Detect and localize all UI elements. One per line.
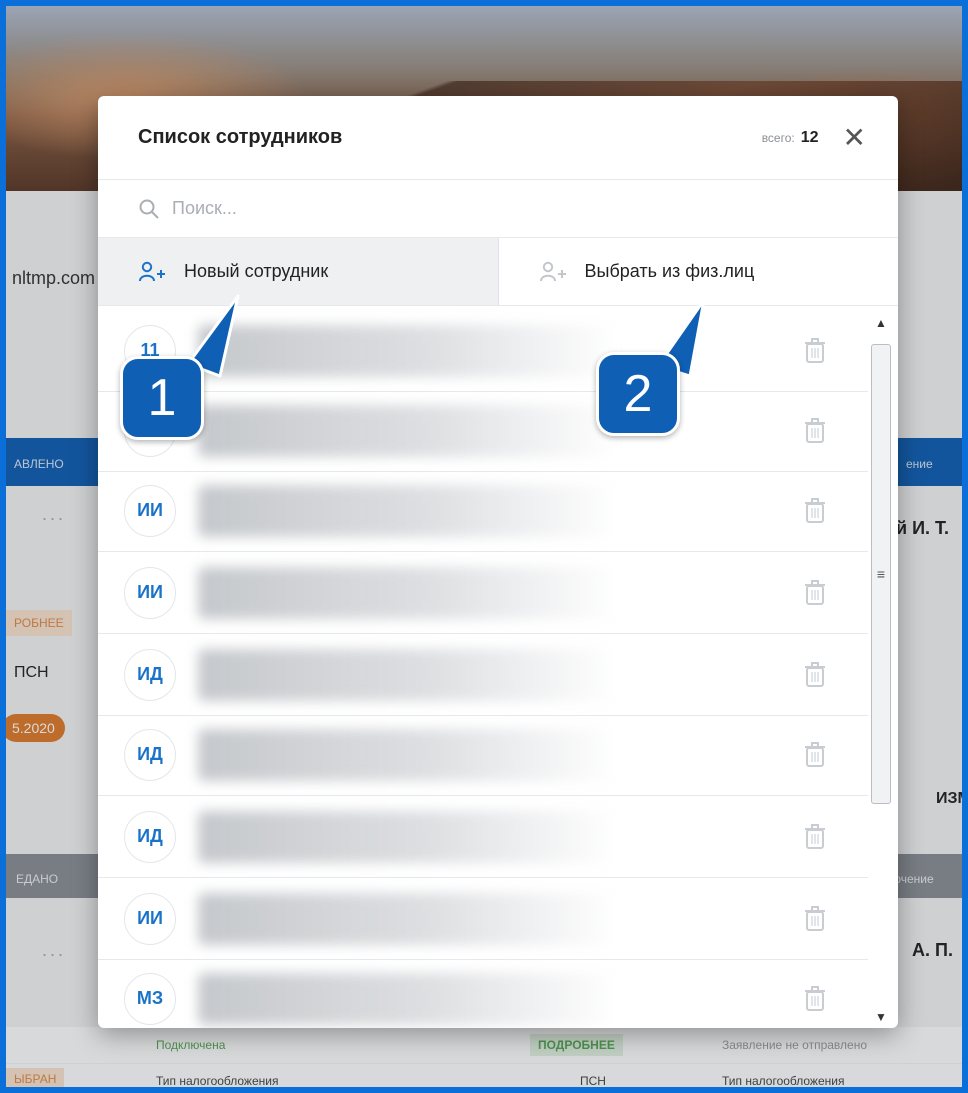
add-user-icon <box>539 261 566 281</box>
employee-row[interactable]: ИД <box>98 634 868 716</box>
search-icon <box>139 199 159 219</box>
employee-avatar: МЗ <box>124 972 176 1025</box>
total-count: 12 <box>800 128 819 146</box>
trash-icon[interactable] <box>804 985 826 1012</box>
trash-icon[interactable] <box>804 337 826 364</box>
trash-icon[interactable] <box>804 905 826 932</box>
employee-row[interactable]: ИД <box>98 714 868 796</box>
tab-pick-from-persons-label: Выбрать из физ.лиц <box>584 261 755 281</box>
employee-avatar: ИД <box>124 810 176 863</box>
trash-icon[interactable] <box>804 823 826 850</box>
employee-name-redacted <box>198 648 618 701</box>
employee-avatar: ИД <box>124 728 176 781</box>
employee-row[interactable]: ИИ <box>98 552 868 634</box>
trash-icon[interactable] <box>804 741 826 768</box>
add-user-icon <box>139 261 165 281</box>
employee-row[interactable]: МЗ <box>98 958 868 1028</box>
employee-name-redacted <box>198 484 618 537</box>
modal-title: Список сотрудников <box>138 126 343 148</box>
search-input[interactable] <box>172 198 858 219</box>
employee-row[interactable]: ИД <box>98 796 868 878</box>
employee-row[interactable]: ИИ <box>98 878 868 960</box>
search-bar <box>98 180 898 238</box>
employee-name-redacted <box>198 566 618 619</box>
scroll-up-arrow-icon[interactable]: ▲ <box>870 314 892 332</box>
scroll-down-arrow-icon[interactable]: ▼ <box>870 1008 892 1026</box>
employee-name-redacted <box>198 810 618 863</box>
trash-icon[interactable] <box>804 579 826 606</box>
modal-header: Список сотрудников всего: 12 ✕ <box>98 96 898 180</box>
employee-avatar: ИИ <box>124 484 176 537</box>
scroll-thumb[interactable]: ≡ <box>871 344 891 804</box>
employee-name-redacted <box>198 892 618 945</box>
trash-icon[interactable] <box>804 497 826 524</box>
employee-name-redacted <box>198 972 618 1025</box>
employee-list: 11 ИИ ИИ ИД ИД ИД ИИ МЗ <box>98 308 898 1028</box>
callout-2: 2 <box>596 352 680 436</box>
employees-modal: Список сотрудников всего: 12 ✕ Новый сот… <box>98 96 898 1028</box>
trash-icon[interactable] <box>804 661 826 688</box>
screenshot-frame: nltmp.com АВЛЕНО ение ... й И. Т. РОБНЕЕ… <box>6 6 962 1087</box>
employee-row[interactable]: ИИ <box>98 470 868 552</box>
employee-avatar: ИД <box>124 648 176 701</box>
trash-icon[interactable] <box>804 417 826 444</box>
employee-name-redacted <box>198 728 618 781</box>
list-scrollbar[interactable]: ▲ ≡ ▼ <box>870 314 892 1026</box>
tab-new-employee[interactable]: Новый сотрудник <box>98 238 499 305</box>
employee-name-redacted <box>198 324 618 377</box>
close-icon[interactable]: ✕ <box>843 123 866 152</box>
employee-name-redacted <box>198 404 618 457</box>
total-label: всего: <box>761 130 795 145</box>
tab-new-employee-label: Новый сотрудник <box>184 261 329 281</box>
employee-row[interactable] <box>98 390 868 472</box>
employee-avatar: ИИ <box>124 892 176 945</box>
callout-1: 1 <box>120 356 204 440</box>
tab-pick-from-persons[interactable]: Выбрать из физ.лиц <box>498 238 898 305</box>
employee-avatar: ИИ <box>124 566 176 619</box>
